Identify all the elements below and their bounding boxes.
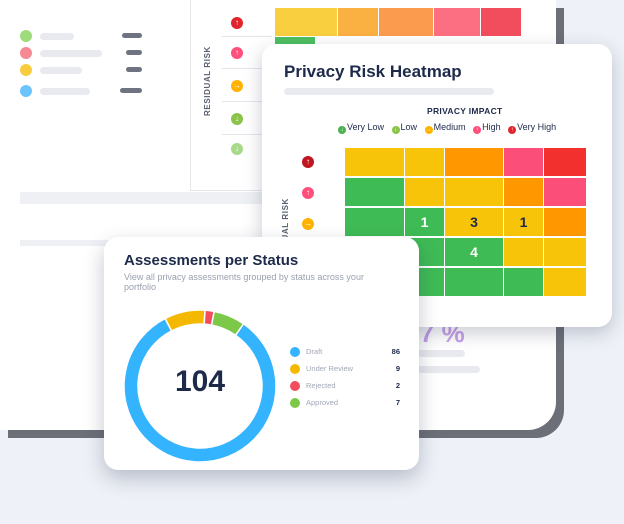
row-divider (222, 101, 262, 102)
legend-label: High (482, 122, 501, 132)
status-label: Draft (306, 347, 323, 356)
legend-row-rejected[interactable]: Rejected 2 (290, 379, 400, 393)
row-divider (222, 134, 262, 135)
arrow-up-icon: ↑ (231, 47, 243, 59)
placeholder-band (20, 192, 270, 204)
assessments-description: View all privacy assessments grouped by … (124, 272, 364, 292)
status-count: 9 (395, 364, 400, 373)
assessments-title: Assessments per Status (124, 252, 299, 269)
legend-label: Low (400, 122, 418, 132)
list-dot-red (20, 47, 32, 59)
heatmap-cell (481, 8, 521, 36)
heatmap-cell (275, 8, 337, 36)
panel-divider (190, 0, 191, 190)
heatmap-cell (338, 8, 378, 36)
legend-item-medium: → Medium (424, 122, 466, 134)
list-placeholder-bar (40, 50, 102, 57)
draft-color-dot (290, 347, 300, 357)
heatmap-cell[interactable] (405, 148, 444, 176)
arrow-right-icon: → (302, 218, 314, 230)
legend-item-very-low: ↓ Very Low (338, 122, 385, 134)
heatmap-cell[interactable] (504, 238, 543, 266)
heatmap-cell[interactable] (544, 178, 586, 206)
row-divider (222, 36, 272, 37)
heatmap-cell[interactable] (544, 268, 586, 296)
arrow-down-icon: ↓ (231, 143, 243, 155)
assessments-per-status-card[interactable]: Assessments per Status View all privacy … (104, 237, 419, 470)
heatmap-cell[interactable] (405, 178, 444, 206)
heatmap-cell-count[interactable]: 1 (504, 208, 543, 236)
legend-label: Medium (433, 122, 466, 132)
legend-row-approved[interactable]: Approved 7 (290, 396, 400, 410)
total-assessments: 104 (174, 365, 226, 398)
heatmap-cell[interactable] (504, 178, 543, 206)
list-dot-blue (20, 85, 32, 97)
arrow-up-icon: ↑ (231, 17, 243, 29)
arrow-up-icon: ↑ (508, 126, 517, 134)
heatmap-cell[interactable] (445, 178, 503, 206)
placeholder-band (20, 240, 110, 246)
heatmap-cell[interactable] (445, 148, 503, 176)
status-label: Rejected (306, 381, 336, 390)
donut-segment-approved[interactable] (210, 310, 245, 337)
arrow-right-icon: → (231, 80, 243, 92)
status-count: 7 (395, 398, 400, 407)
arrow-up-icon: ↑ (302, 156, 314, 168)
rejected-color-dot (290, 381, 300, 391)
heatmap-title: Privacy Risk Heatmap (284, 62, 462, 81)
arrow-down-icon: ↓ (391, 126, 400, 134)
heatmap-cell[interactable] (544, 208, 586, 236)
legend-row-draft[interactable]: Draft 86 (290, 345, 400, 359)
legend-item-high: ↑ High (473, 122, 501, 134)
donut-segment-under-review[interactable] (164, 309, 206, 332)
approved-color-dot (290, 398, 300, 408)
arrow-up-icon: ↑ (302, 187, 314, 199)
heatmap-cell[interactable] (504, 268, 543, 296)
list-placeholder-bar (40, 67, 82, 74)
heatmap-cell[interactable] (345, 208, 404, 236)
status-count: 86 (391, 347, 400, 356)
list-dot-yellow (20, 64, 32, 76)
row-divider (222, 68, 262, 69)
heatmap-cell-count[interactable]: 3 (445, 208, 503, 236)
heatmap-cell[interactable] (504, 148, 543, 176)
legend-label: Very Low (347, 122, 385, 132)
legend-label: Very High (517, 122, 557, 132)
heatmap-cell[interactable] (445, 268, 503, 296)
list-value-dash (126, 67, 142, 72)
list-placeholder-bar (40, 88, 90, 95)
list-value-dash (126, 50, 142, 55)
arrow-down-icon: ↓ (338, 126, 346, 134)
list-placeholder-bar (40, 33, 74, 40)
heatmap-cell-count[interactable]: 1 (405, 208, 444, 236)
status-label: Approved (306, 398, 339, 407)
heatmap-cell[interactable] (544, 238, 586, 266)
heatmap-cell (434, 8, 480, 36)
placeholder-bar (415, 366, 480, 373)
heatmap-cell[interactable] (345, 148, 404, 176)
status-label: Under Review (306, 364, 354, 373)
heatmap-cell[interactable] (345, 178, 404, 206)
arrow-right-icon: → (424, 126, 433, 134)
list-dot-green (20, 30, 32, 42)
under-review-color-dot (290, 364, 300, 374)
heatmap-subtitle-placeholder (284, 88, 494, 95)
arrow-down-icon: ↓ (231, 113, 243, 125)
legend-row-under-review[interactable]: Under Review 9 (290, 362, 400, 376)
heatmap-cell[interactable] (544, 148, 586, 176)
legend-item-very-high: ↑ Very High (508, 122, 557, 134)
background-y-axis-label: RESIDUAL RISK (203, 46, 212, 116)
heatmap-cell (379, 8, 433, 36)
panel-divider (190, 190, 270, 191)
list-value-dash (120, 88, 142, 93)
x-axis-label: PRIVACY IMPACT (427, 106, 503, 116)
heatmap-legend: ↓ Very Low ↓ Low → Medium ↑ High ↑ Very High (338, 122, 561, 134)
legend-item-low: ↓ Low (391, 122, 418, 134)
heatmap-cell-count[interactable]: 4 (445, 238, 503, 266)
arrow-up-icon: ↑ (473, 126, 482, 134)
list-value-dash (122, 33, 142, 38)
placeholder-bar (415, 350, 465, 357)
status-count: 2 (395, 381, 400, 390)
